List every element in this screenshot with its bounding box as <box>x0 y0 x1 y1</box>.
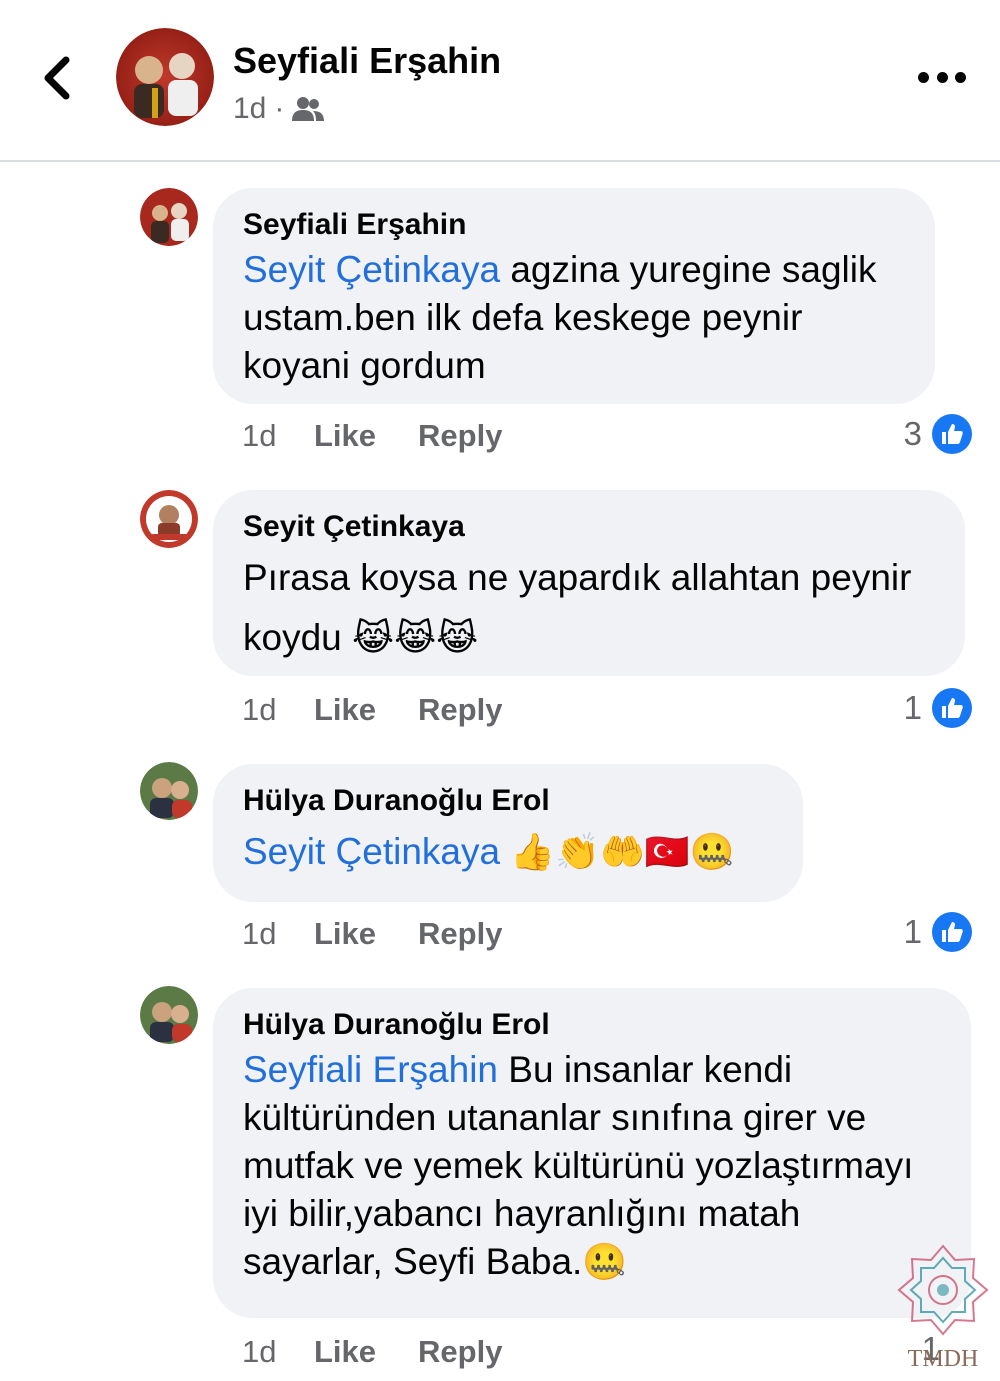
comment-author[interactable]: Seyfiali Erşahin <box>243 208 905 242</box>
comment-author[interactable]: Hülya Duranoğlu Erol <box>243 784 773 818</box>
like-button[interactable]: Like <box>314 916 376 952</box>
post-time[interactable]: 1d <box>233 92 266 126</box>
reaction-count: 1 <box>903 913 922 950</box>
more-dot <box>955 71 966 83</box>
reaction-summary[interactable]: 1 <box>904 688 972 728</box>
comment-author[interactable]: Seyit Çetinkaya <box>243 510 935 544</box>
comment-actions: 1d Like Reply <box>242 1334 544 1370</box>
author-avatar[interactable] <box>116 28 214 126</box>
reaction-count: 3 <box>903 415 922 452</box>
reply-button[interactable]: Reply <box>418 418 502 454</box>
back-button[interactable] <box>36 50 80 106</box>
crying-laughing-cat-emoji: 😹😹😹 <box>352 618 479 659</box>
comment-text: Pırasa koysa ne yapardık allahtan peynir… <box>243 548 935 669</box>
meta-separator: · <box>274 92 285 125</box>
comment-time[interactable]: 1d <box>242 418 314 454</box>
author-name[interactable]: Seyfiali Erşahin <box>233 40 501 82</box>
friends-icon <box>292 97 325 121</box>
mention-link[interactable]: Seyit Çetinkaya <box>243 831 500 872</box>
comment-bubble: Seyfiali Erşahin Seyit Çetinkaya agzina … <box>213 188 935 404</box>
post-meta: 1d · <box>233 92 325 126</box>
thumbs-up-icon <box>932 414 972 454</box>
commenter-avatar[interactable] <box>140 986 198 1044</box>
reply-button[interactable]: Reply <box>418 692 502 728</box>
comment-bubble: Seyit Çetinkaya Pırasa koysa ne yapardık… <box>213 490 965 676</box>
comment-body <box>500 831 510 872</box>
commenter-avatar[interactable] <box>140 188 198 246</box>
comment-body: Pırasa koysa ne yapardık allahtan peynir… <box>243 557 912 658</box>
comment-actions: 1d Like Reply <box>242 418 544 454</box>
comment-actions: 1d Like Reply <box>242 692 544 728</box>
more-dot <box>936 71 948 83</box>
mention-link[interactable]: Seyit Çetinkaya <box>243 249 500 290</box>
comment-text: Seyfiali Erşahin Bu insanlar kendi kültü… <box>243 1046 941 1287</box>
reaction-count: 1 <box>903 689 922 726</box>
comment-time[interactable]: 1d <box>242 1334 314 1370</box>
thumbs-up-icon <box>932 688 972 728</box>
watermark-text: TMDH <box>908 1346 979 1372</box>
comment-text: Seyit Çetinkaya agzina yuregine saglik u… <box>243 246 905 390</box>
comment-author[interactable]: Hülya Duranoğlu Erol <box>243 1008 941 1042</box>
chevron-left-icon <box>44 56 70 100</box>
like-button[interactable]: Like <box>314 692 376 728</box>
reply-button[interactable]: Reply <box>418 1334 502 1370</box>
reaction-summary[interactable]: 3 <box>904 414 972 454</box>
watermark-logo: TMDH <box>893 1238 993 1378</box>
thumbs-up-icon <box>932 912 972 952</box>
emoji-sequence: 👍👏🤲🇹🇷🤐 <box>510 832 735 873</box>
like-button[interactable]: Like <box>314 418 376 454</box>
comment-bubble: Hülya Duranoğlu Erol Seyfiali Erşahin Bu… <box>213 988 971 1318</box>
reply-button[interactable]: Reply <box>418 916 502 952</box>
comment-time[interactable]: 1d <box>242 692 314 728</box>
post-header: Seyfiali Erşahin 1d · <box>0 0 1000 162</box>
more-options-button[interactable] <box>918 64 966 90</box>
comment-time[interactable]: 1d <box>242 916 314 952</box>
mention-link[interactable]: Seyfiali Erşahin <box>243 1049 498 1090</box>
commenter-avatar[interactable] <box>140 490 198 548</box>
comment-actions: 1d Like Reply <box>242 916 544 952</box>
more-horizontal-icon <box>918 71 929 83</box>
like-button[interactable]: Like <box>314 1334 376 1370</box>
reaction-summary[interactable]: 1 <box>904 912 972 952</box>
comment-bubble: Hülya Duranoğlu Erol Seyit Çetinkaya 👍👏🤲… <box>213 764 803 902</box>
commenter-avatar[interactable] <box>140 762 198 820</box>
zipper-mouth-emoji: 🤐 <box>582 1242 628 1283</box>
comment-text: Seyit Çetinkaya 👍👏🤲🇹🇷🤐 <box>243 828 773 877</box>
